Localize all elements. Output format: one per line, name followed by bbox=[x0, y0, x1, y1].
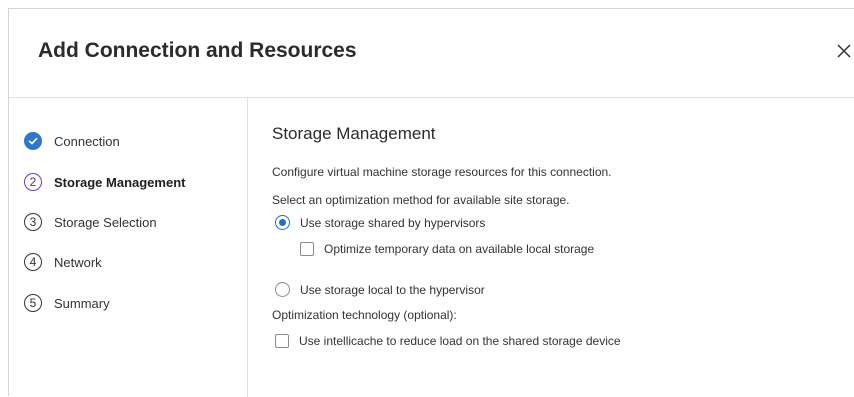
checkbox[interactable] bbox=[300, 242, 314, 256]
radio-shared-storage[interactable]: Use storage shared by hypervisors bbox=[275, 215, 485, 230]
step-label: Storage Management bbox=[54, 174, 186, 190]
step-label: Connection bbox=[54, 133, 120, 149]
technology-label: Optimization technology (optional): bbox=[272, 308, 457, 322]
checkbox[interactable] bbox=[275, 334, 289, 348]
checkbox-intellicache[interactable]: Use intellicache to reduce load on the s… bbox=[275, 334, 621, 348]
radio-label: Use storage local to the hypervisor bbox=[300, 282, 485, 297]
step-label: Summary bbox=[54, 295, 110, 311]
step-storage-selection[interactable]: 3 Storage Selection bbox=[24, 211, 157, 233]
step-label: Network bbox=[54, 254, 102, 270]
dialog-header: Add Connection and Resources bbox=[9, 9, 854, 98]
step-network[interactable]: 4 Network bbox=[24, 251, 102, 273]
step-summary[interactable]: 5 Summary bbox=[24, 292, 110, 314]
step-storage-management[interactable]: 2 Storage Management bbox=[24, 171, 185, 193]
step-number: 4 bbox=[24, 253, 42, 271]
radio-button[interactable] bbox=[275, 282, 290, 297]
checkbox-optimize-temp-data[interactable]: Optimize temporary data on available loc… bbox=[300, 242, 594, 256]
step-label: Storage Selection bbox=[54, 214, 157, 230]
close-icon[interactable] bbox=[835, 42, 853, 60]
step-connection[interactable]: Connection bbox=[24, 130, 120, 152]
step-number: 3 bbox=[24, 213, 42, 231]
dialog-title: Add Connection and Resources bbox=[38, 39, 357, 62]
radio-local-storage[interactable]: Use storage local to the hypervisor bbox=[275, 282, 485, 297]
dialog: Add Connection and Resources Connection … bbox=[8, 8, 854, 397]
step-number: 5 bbox=[24, 294, 42, 312]
checkbox-label: Use intellicache to reduce load on the s… bbox=[299, 334, 621, 348]
step-number: 2 bbox=[24, 173, 42, 191]
checkbox-label: Optimize temporary data on available loc… bbox=[324, 242, 595, 256]
radio-button[interactable] bbox=[275, 215, 290, 230]
radio-label: Use storage shared by hypervisors bbox=[300, 215, 486, 230]
check-icon bbox=[24, 132, 42, 150]
wizard-steps-sidebar: Connection 2 Storage Management 3 Storag… bbox=[9, 98, 248, 397]
section-title: Storage Management bbox=[272, 124, 436, 143]
description-text: Configure virtual machine storage resour… bbox=[272, 165, 612, 179]
optimization-prompt: Select an optimization method for availa… bbox=[272, 193, 570, 207]
